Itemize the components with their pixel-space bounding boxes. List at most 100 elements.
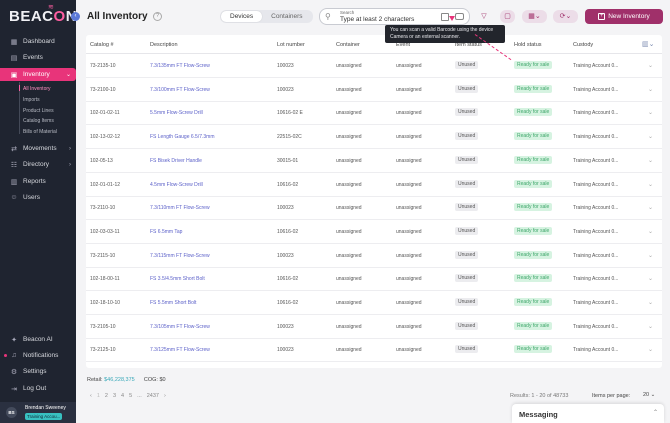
row-expand-icon[interactable]: ⌄	[648, 133, 653, 140]
row-expand-icon[interactable]: ⌄	[648, 299, 653, 306]
sidebar-subitem-bills-of-material[interactable]: Bills of Material	[23, 129, 57, 135]
cell-description[interactable]: 5.5mm Flow-Screw Drill	[150, 110, 203, 116]
column-settings-icon[interactable]: ▥⌄	[642, 40, 654, 48]
search-input[interactable]	[340, 15, 440, 24]
sidebar-item-inventory[interactable]: ▣ Inventory ⌄	[0, 68, 76, 81]
sidebar-item-settings[interactable]: ⚙ Settings	[0, 365, 76, 378]
table-row[interactable]: 102-18-10-10 FS 5.5mm Short Bolt 10616-02 u…	[86, 291, 662, 315]
row-expand-icon[interactable]: ⌄	[648, 62, 653, 69]
cell-description[interactable]: FS 5.5mm Short Bolt	[150, 300, 196, 306]
table-row[interactable]: 73-2110-10 7.3/110mm FT Flow-Screw 100023 u…	[86, 196, 662, 221]
sidebar-item-dashboard[interactable]: ▦ Dashboard	[0, 35, 76, 48]
page-link[interactable]: 5	[129, 393, 132, 399]
tab-devices[interactable]: Devices	[221, 11, 263, 22]
column-header-container[interactable]: Container	[336, 42, 360, 48]
page-link[interactable]: ›	[164, 393, 166, 399]
retail-total: $46,228,375	[104, 377, 135, 383]
cell-description[interactable]: 4.5mm Flow-Screw Drill	[150, 182, 203, 188]
sidebar-item-log-out[interactable]: ⇥ Log Out	[0, 382, 76, 395]
cell-description[interactable]: FS Bisek Driver Handle	[150, 158, 202, 164]
row-expand-icon[interactable]: ⌄	[648, 109, 653, 116]
cell-description[interactable]: 7.3/100mm FT Flow-Screw	[150, 87, 210, 93]
table-row[interactable]: 73-2125-10 7.3/125mm FT Flow-Screw 100023 u…	[86, 338, 662, 363]
collapse-sidebar-button[interactable]: ‹	[71, 12, 80, 21]
column-header-hold-status[interactable]: Hold status	[514, 42, 542, 48]
row-expand-icon[interactable]: ⌄	[648, 157, 653, 164]
page-link[interactable]: 2	[105, 393, 108, 399]
user-profile[interactable]: BS Brendan Sweeney Training Accou...	[0, 402, 76, 423]
chevron-up-icon[interactable]: ⌃	[653, 409, 658, 416]
page-link[interactable]: ...	[137, 393, 142, 399]
camera-icon[interactable]	[455, 13, 464, 20]
table-row[interactable]: 102-13-02-12 FS Length Gauge 6.5/7.3mm 225…	[86, 125, 662, 150]
sidebar-item-users[interactable]: ☺ Users	[0, 191, 76, 204]
cell-description[interactable]: 7.3/115mm FT Flow-Screw	[150, 253, 210, 259]
tab-containers[interactable]: Containers	[262, 11, 311, 22]
cell-description[interactable]: 7.3/125mm FT Flow-Screw	[150, 347, 210, 353]
barcode-scan-icon[interactable]	[441, 13, 449, 21]
sidebar-item-directory[interactable]: ☷ Directory ›	[0, 158, 76, 171]
item-status-badge: Unused	[455, 132, 479, 141]
cell-lot: 100023	[277, 252, 294, 259]
row-expand-icon[interactable]: ⌄	[648, 346, 653, 353]
messaging-panel[interactable]: Messaging ⌃	[512, 404, 664, 423]
items-per-page-select[interactable]: 20 ⌄	[641, 390, 663, 400]
column-header-description[interactable]: Description	[150, 42, 178, 48]
cell-description[interactable]: FS 3.5/4.5mm Short Bolt	[150, 276, 205, 282]
hold-status-badge: Ready for sale	[514, 226, 553, 235]
table-row[interactable]: 102-01-02-11 5.5mm Flow-Screw Drill 10616-…	[86, 101, 662, 126]
cell-description[interactable]: FS Length Gauge 6.5/7.3mm	[150, 134, 214, 140]
sidebar-subitem-all-inventory[interactable]: All Inventory	[23, 86, 51, 92]
table-row[interactable]: 102-18-00-11 FS 3.5/4.5mm Short Bolt 10616…	[86, 267, 662, 292]
row-expand-icon[interactable]: ⌄	[648, 181, 653, 188]
sidebar-item-events[interactable]: ▤ Events	[0, 51, 76, 64]
cell-description[interactable]: 7.3/110mm FT Flow-Screw	[150, 205, 210, 211]
table-row[interactable]: 73-2135-10 7.3/135mm FT Flow-Screw 100023 u…	[86, 54, 662, 78]
sidebar-item-movements[interactable]: ⇄ Movements ›	[0, 142, 76, 155]
row-expand-icon[interactable]: ⌄	[648, 252, 653, 259]
page-link[interactable]: ‹	[90, 393, 92, 399]
totals: Retail: $46,228,375 COG: $0	[87, 377, 166, 383]
inventory-icon: ▣	[10, 71, 18, 79]
layout-button[interactable]: ▦⌄	[522, 10, 547, 23]
table-row[interactable]: 73-2105-10 7.3/105mm FT Flow-Screw 100023 u…	[86, 315, 662, 339]
filter-button[interactable]: ▽	[477, 10, 491, 23]
page-link[interactable]: 1	[97, 393, 100, 399]
export-button[interactable]: ▢	[500, 10, 515, 23]
sidebar-item-reports[interactable]: ▥ Reports	[0, 175, 76, 188]
cell-description[interactable]: 7.3/105mm FT Flow-Screw	[150, 324, 210, 330]
row-expand-icon[interactable]: ⌄	[648, 228, 653, 235]
table-row[interactable]: 102-05-13 FS Bisek Driver Handle 30015-01 u…	[86, 149, 662, 173]
table-row[interactable]: 73-2115-10 7.3/115mm FT Flow-Screw 100023 u…	[86, 244, 662, 268]
page-link[interactable]: 2437	[147, 393, 159, 399]
column-header-catalog[interactable]: Catalog #	[90, 42, 114, 48]
scan-tooltip: You can scan a valid Barcode using the d…	[385, 25, 505, 43]
table-row[interactable]: 73-2100-10 7.3/100mm FT Flow-Screw 100023 u…	[86, 78, 662, 102]
table-row[interactable]: 102-01-01-12 4.5mm Flow-Screw Drill 10616-…	[86, 173, 662, 197]
cell-catalog: 102-18-10-10	[90, 300, 121, 306]
reports-icon: ▥	[10, 178, 18, 186]
row-expand-icon[interactable]: ⌄	[648, 275, 653, 282]
page-link[interactable]: 4	[121, 393, 124, 399]
column-header-lot[interactable]: Lot number	[277, 42, 305, 48]
logout-icon: ⇥	[11, 385, 17, 393]
sidebar-item-beacon-ai[interactable]: ✦ Beacon AI	[0, 333, 76, 346]
row-expand-icon[interactable]: ⌄	[648, 86, 653, 93]
sidebar-subitem-catalog-items[interactable]: Catalog Items	[23, 118, 54, 124]
table-row[interactable]: 102-03-03-11 FS 6.5mm Tap 10616-02 unassign…	[86, 220, 662, 244]
sync-button[interactable]: ⟳⌄	[553, 10, 578, 23]
sidebar-subitem-product-lines[interactable]: Product Lines	[23, 108, 54, 114]
help-icon[interactable]: ?	[153, 12, 162, 21]
cell-description[interactable]: FS 6.5mm Tap	[150, 229, 182, 235]
page-link[interactable]: 3	[113, 393, 116, 399]
search-icon: ⚲	[325, 12, 331, 21]
row-expand-icon[interactable]: ⌄	[648, 323, 653, 330]
column-header-custody[interactable]: Custody	[573, 42, 593, 48]
beacon-logo[interactable]: BEACON	[9, 8, 77, 25]
row-expand-icon[interactable]: ⌄	[648, 204, 653, 211]
cell-description[interactable]: 7.3/135mm FT Flow-Screw	[150, 63, 210, 69]
new-inventory-button[interactable]: + New Inventory	[585, 9, 663, 24]
view-toggle: Devices Containers	[220, 10, 313, 23]
sidebar-item-notifications[interactable]: ♫ Notifications	[0, 349, 76, 362]
sidebar-subitem-imports[interactable]: Imports	[23, 97, 40, 103]
